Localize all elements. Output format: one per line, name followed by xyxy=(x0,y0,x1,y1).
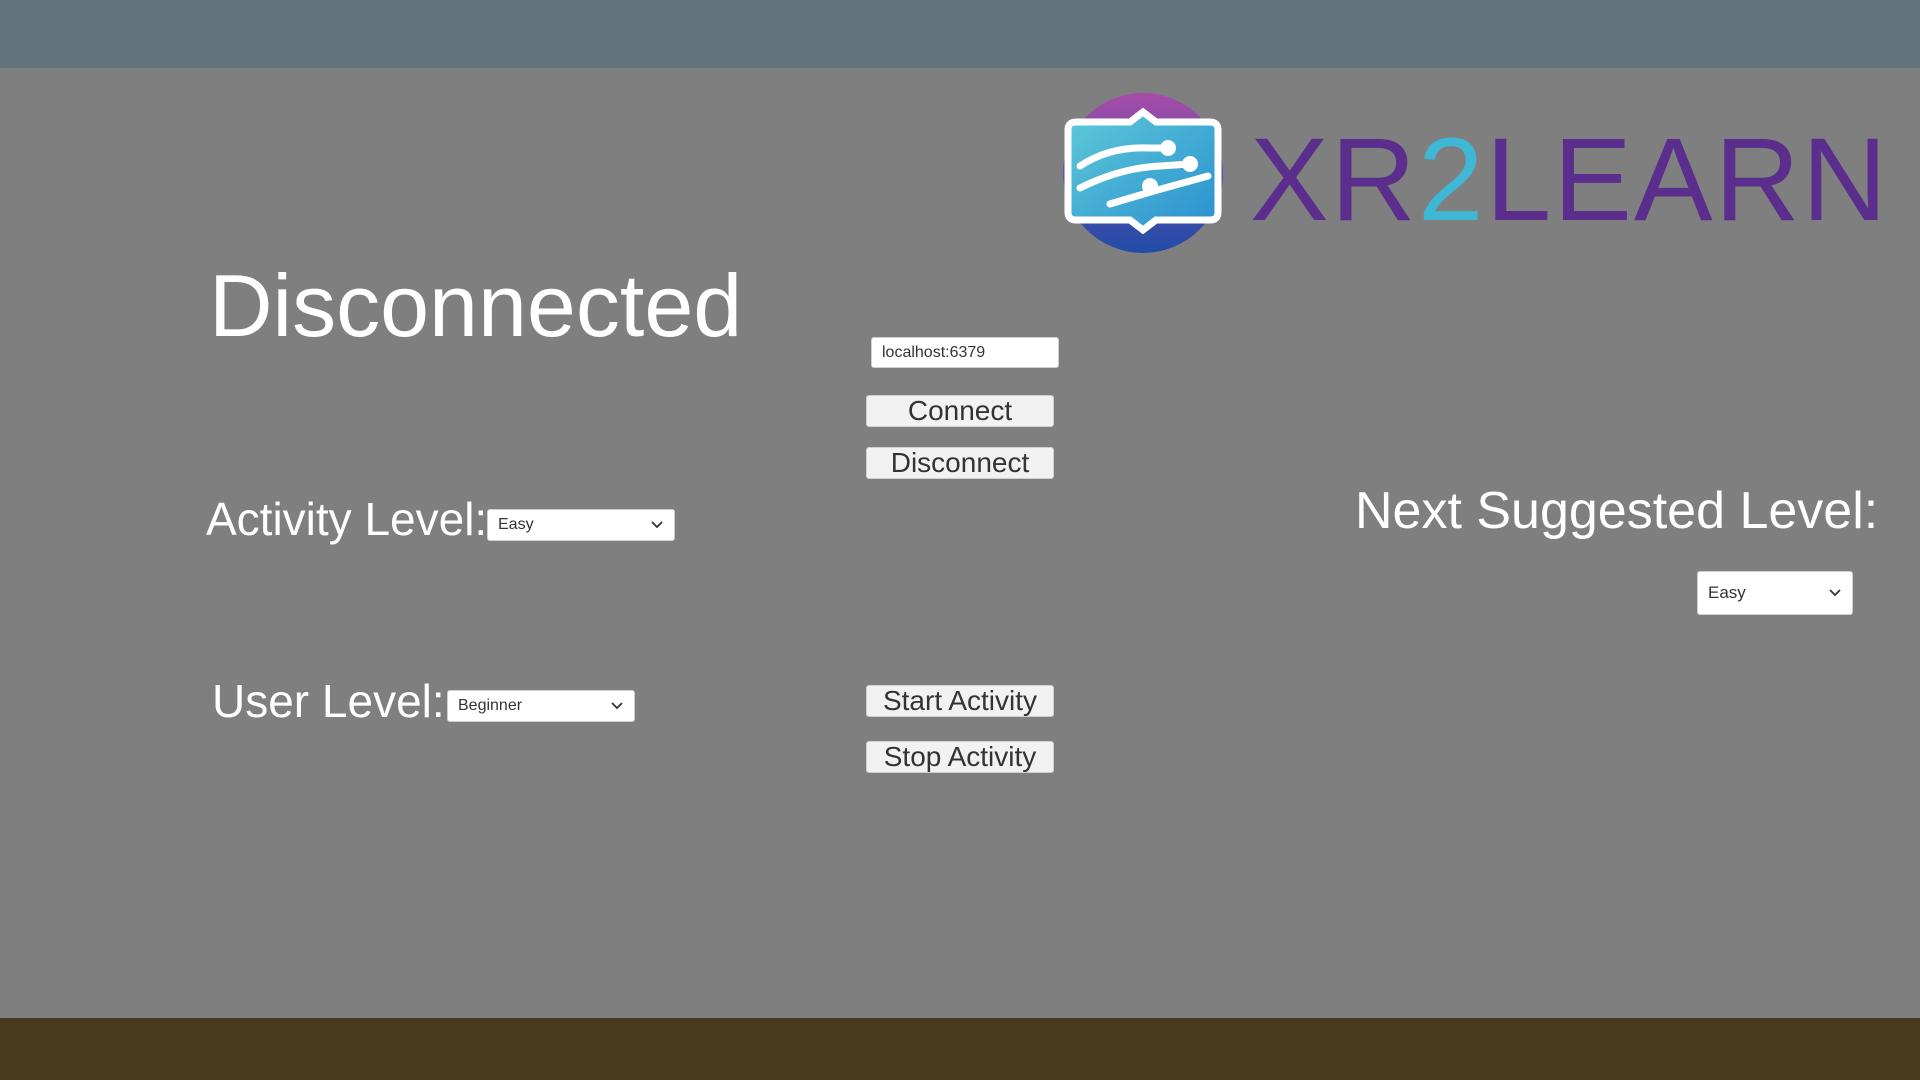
app-window: XR2LEARN Disconnected Connect Disconnect… xyxy=(0,0,1920,1080)
activity-level-dropdown[interactable]: Easy xyxy=(487,509,675,541)
ground-band xyxy=(0,1018,1920,1080)
next-suggested-level-dropdown[interactable]: Easy xyxy=(1697,571,1853,615)
logo-text-left: XR xyxy=(1250,114,1418,246)
host-input[interactable] xyxy=(871,337,1059,368)
logo-text-mid: 2 xyxy=(1418,114,1486,246)
sky-band xyxy=(0,0,1920,68)
user-level-value: Beginner xyxy=(458,697,523,714)
chevron-down-icon xyxy=(611,702,623,710)
user-level-dropdown[interactable]: Beginner xyxy=(447,690,635,722)
next-suggested-level-value: Easy xyxy=(1708,583,1746,602)
xr2learn-logo-icon: XR2LEARN xyxy=(1063,93,1889,253)
activity-level-label: Activity Level: xyxy=(206,493,488,545)
disconnect-button[interactable]: Disconnect xyxy=(866,447,1054,479)
connection-status: Disconnected xyxy=(209,256,743,355)
next-suggested-level-label: Next Suggested Level: xyxy=(1355,482,1879,540)
connect-button[interactable]: Connect xyxy=(866,395,1054,427)
chevron-down-icon xyxy=(1829,589,1841,597)
user-level-label: User Level: xyxy=(212,675,445,727)
activity-level-value: Easy xyxy=(498,516,534,533)
svg-text:XR2LEARN: XR2LEARN xyxy=(1250,114,1889,246)
logo-text-right: LEARN xyxy=(1486,114,1889,246)
chevron-down-icon xyxy=(651,521,663,529)
stop-activity-button[interactable]: Stop Activity xyxy=(866,741,1054,773)
start-activity-button[interactable]: Start Activity xyxy=(866,685,1054,717)
xr2learn-logo: XR2LEARN xyxy=(1050,88,1900,258)
